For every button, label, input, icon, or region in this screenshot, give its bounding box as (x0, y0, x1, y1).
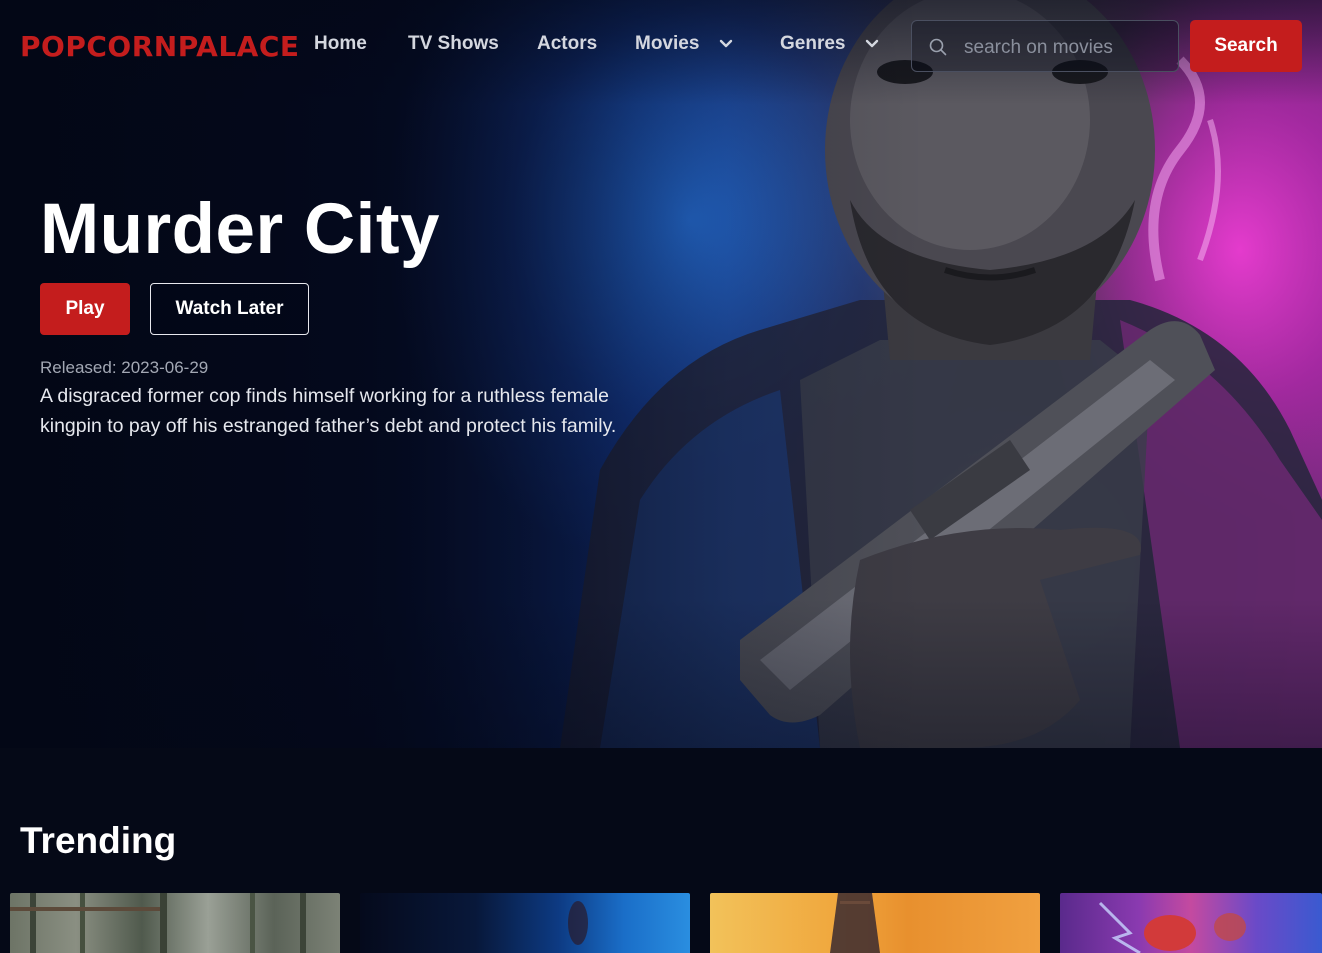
search-button[interactable]: Search (1190, 20, 1302, 72)
trending-card[interactable] (710, 893, 1040, 953)
chevron-down-icon (719, 39, 732, 48)
hero-title: Murder City (40, 190, 440, 269)
nav-link-actors[interactable]: Actors (537, 32, 597, 56)
trending-card-poster (568, 901, 588, 945)
search-icon (929, 38, 947, 56)
trending-card[interactable] (10, 893, 340, 953)
site-logo[interactable]: POPCORNPALACE (20, 30, 300, 64)
nav-link-home[interactable]: Home (314, 32, 367, 56)
trending-card[interactable] (1060, 893, 1322, 953)
play-button[interactable]: Play (40, 283, 130, 335)
release-date: Released: 2023-06-29 (40, 358, 209, 377)
nav-link-tv-shows[interactable]: TV Shows (408, 32, 499, 56)
nav-dropdown-movies[interactable]: Movies (635, 32, 733, 56)
trending-card-poster (10, 893, 306, 953)
nav-dropdown-genres-label: Genres (780, 33, 846, 54)
trending-card[interactable] (360, 893, 690, 953)
watch-later-button[interactable]: Watch Later (150, 283, 309, 335)
hero-overview: A disgraced former cop finds himself wor… (40, 385, 617, 437)
search-input[interactable] (962, 31, 1176, 65)
trending-card-poster (830, 893, 880, 953)
chevron-down-icon (865, 39, 878, 48)
top-navbar: POPCORNPALACE Home TV Shows Actors Movie… (0, 0, 1322, 95)
nav-dropdown-genres[interactable]: Genres (780, 32, 879, 56)
trending-section-title: Trending (20, 820, 177, 861)
search-field[interactable] (911, 20, 1179, 72)
trending-card-poster (1098, 901, 1246, 953)
nav-dropdown-movies-label: Movies (635, 33, 700, 54)
